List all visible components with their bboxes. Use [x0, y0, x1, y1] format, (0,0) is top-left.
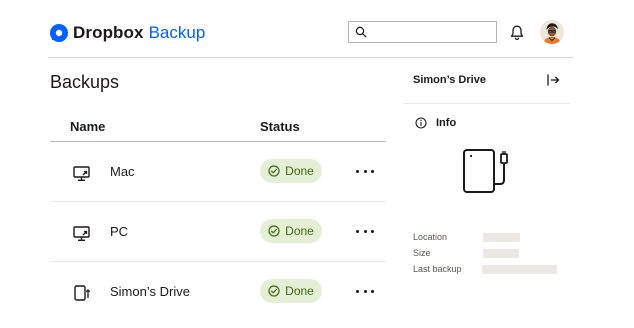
meta-value-size-placeholder: [483, 249, 519, 258]
brand-name: Dropbox: [73, 23, 144, 42]
user-avatar[interactable]: [540, 20, 564, 44]
computer-upload-icon: [73, 166, 90, 181]
status-badge: Done: [260, 279, 322, 303]
check-circle-icon: [268, 165, 280, 177]
dropbox-logo-icon: [50, 24, 68, 42]
info-icon: [415, 117, 427, 129]
backup-name: Simon’s Drive: [110, 284, 190, 299]
check-circle-icon: [268, 225, 280, 237]
meta-label-size: Size: [413, 248, 431, 258]
more-dot: [356, 169, 359, 173]
backup-name: PC: [110, 224, 129, 239]
more-options-button[interactable]: [356, 283, 374, 299]
more-options-button[interactable]: [356, 163, 374, 179]
more-options-button[interactable]: [356, 223, 374, 239]
more-dot: [363, 289, 367, 293]
details-title: Simon’s Drive: [413, 74, 486, 86]
backup-name: Mac: [110, 164, 135, 179]
info-section-label: Info: [436, 117, 457, 129]
meta-label-last-backup: Last backup: [413, 264, 462, 274]
meta-label-location: Location: [413, 232, 448, 242]
status-badge: Done: [260, 159, 322, 183]
more-dot: [363, 169, 367, 173]
status-text: Done: [285, 224, 314, 238]
backup-row-mac[interactable]: Mac Done: [50, 142, 386, 202]
check-circle-icon: [268, 285, 280, 297]
more-dot: [371, 169, 374, 173]
more-dot: [371, 289, 374, 293]
backup-row-simons-drive[interactable]: Simon’s Drive Done: [50, 262, 386, 322]
column-header-status[interactable]: Status: [260, 119, 300, 134]
close-panel-icon[interactable]: [546, 73, 560, 87]
page-title: Backups: [50, 72, 120, 92]
search-icon: [355, 26, 367, 38]
backup-row-pc[interactable]: PC Done: [50, 202, 386, 262]
header-divider: [48, 57, 573, 58]
meta-value-location-placeholder: [483, 233, 520, 242]
more-dot: [371, 229, 374, 233]
computer-upload-icon: [73, 226, 90, 241]
search-box[interactable]: [348, 21, 497, 43]
status-text: Done: [285, 284, 314, 298]
status-badge: Done: [260, 219, 322, 243]
details-divider: [404, 103, 570, 104]
brand-suffix: Backup: [148, 23, 206, 42]
avatar-image: [540, 20, 564, 44]
search-input[interactable]: [371, 24, 491, 40]
external-drive-upload-icon: [74, 285, 91, 301]
notification-bell-icon[interactable]: [509, 24, 525, 41]
more-dot: [356, 289, 359, 293]
external-drive-icon: [463, 149, 508, 193]
more-dot: [356, 229, 359, 233]
status-text: Done: [285, 164, 314, 178]
more-dot: [363, 229, 367, 233]
brand-logo-lockup[interactable]: Dropbox Backup: [50, 21, 205, 45]
column-header-name[interactable]: Name: [70, 119, 105, 134]
meta-value-last-backup-placeholder: [482, 265, 557, 274]
